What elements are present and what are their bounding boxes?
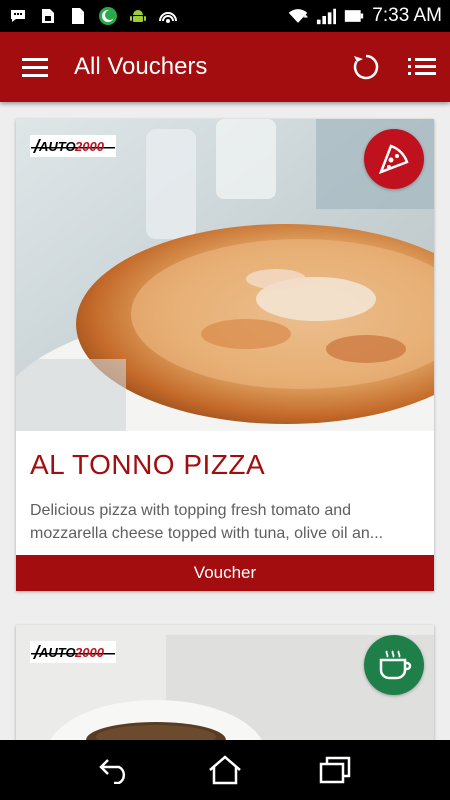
menu-button[interactable] [0,32,70,102]
recent-apps-icon [319,756,351,784]
page-title: All Vouchers [74,53,208,80]
voucher-card[interactable]: AUTO 2000 [16,625,434,740]
voucher-image: AUTO 2000 [16,625,434,740]
file-icon [68,6,88,26]
chat-icon [8,6,28,26]
status-bar: 7:33 AM [0,0,450,32]
back-button[interactable] [85,740,145,800]
android-icon [128,6,148,26]
voucher-button[interactable]: Voucher [16,555,434,591]
voucher-card[interactable]: AUTO 2000 AL TONNO PIZZA Delicious pizza… [16,119,434,591]
list-view-button[interactable] [394,32,450,102]
refresh-icon [353,54,379,80]
ramadan-icon [98,6,118,26]
home-icon [209,755,241,785]
voucher-list[interactable]: AUTO 2000 AL TONNO PIZZA Delicious pizza… [0,102,450,740]
navigation-bar [0,740,450,800]
coffee-icon [379,650,412,680]
category-badge [364,129,424,189]
svg-text:AUTO: AUTO [38,139,76,154]
voucher-description: Delicious pizza with topping fresh tomat… [30,502,384,542]
brand-logo: AUTO 2000 [30,641,116,663]
svg-text:2000: 2000 [74,645,105,660]
recent-apps-button[interactable] [305,740,365,800]
sim-icon [38,6,58,26]
voucher-image: AUTO 2000 [16,119,434,431]
menu-icon [22,58,48,77]
brand-logo: AUTO 2000 [30,135,116,157]
signal-icon [316,6,337,26]
svg-text:2000: 2000 [74,139,105,154]
app-bar: All Vouchers [0,32,450,102]
battery-icon [344,6,364,26]
svg-text:AUTO: AUTO [38,645,76,660]
pizza-icon [378,144,409,175]
back-icon [99,759,126,784]
voucher-title: AL TONNO PIZZA [30,449,266,480]
refresh-button[interactable] [338,32,394,102]
list-view-icon [408,58,436,75]
category-badge [364,635,424,695]
status-time: 7:33 AM [372,5,442,26]
wifi-icon [288,6,309,26]
broadcast-icon [158,6,178,26]
home-button[interactable] [195,740,255,800]
